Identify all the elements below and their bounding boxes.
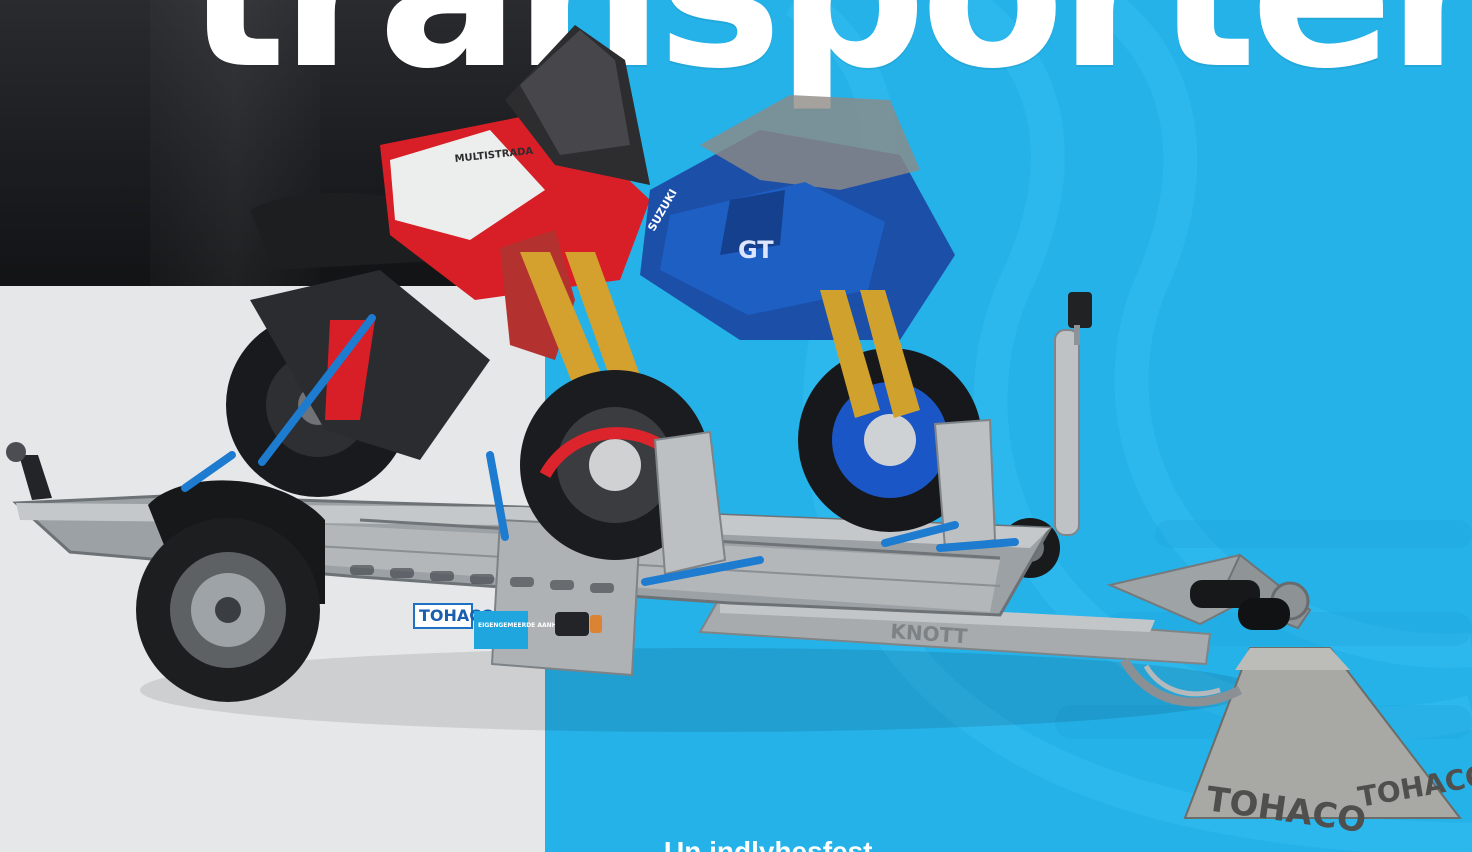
motorcycle-trailer-photo: TOHACO TOHACO TOHACO EIGENGEMEERDE AANHA <box>6 25 1472 841</box>
blue-bike-model-text: GT <box>738 236 774 264</box>
red-motorcycle: MULTISTRADA <box>226 25 710 560</box>
poster-scene: transporter Un indlyhesfest TOHACO TOHAC… <box>0 0 1472 852</box>
